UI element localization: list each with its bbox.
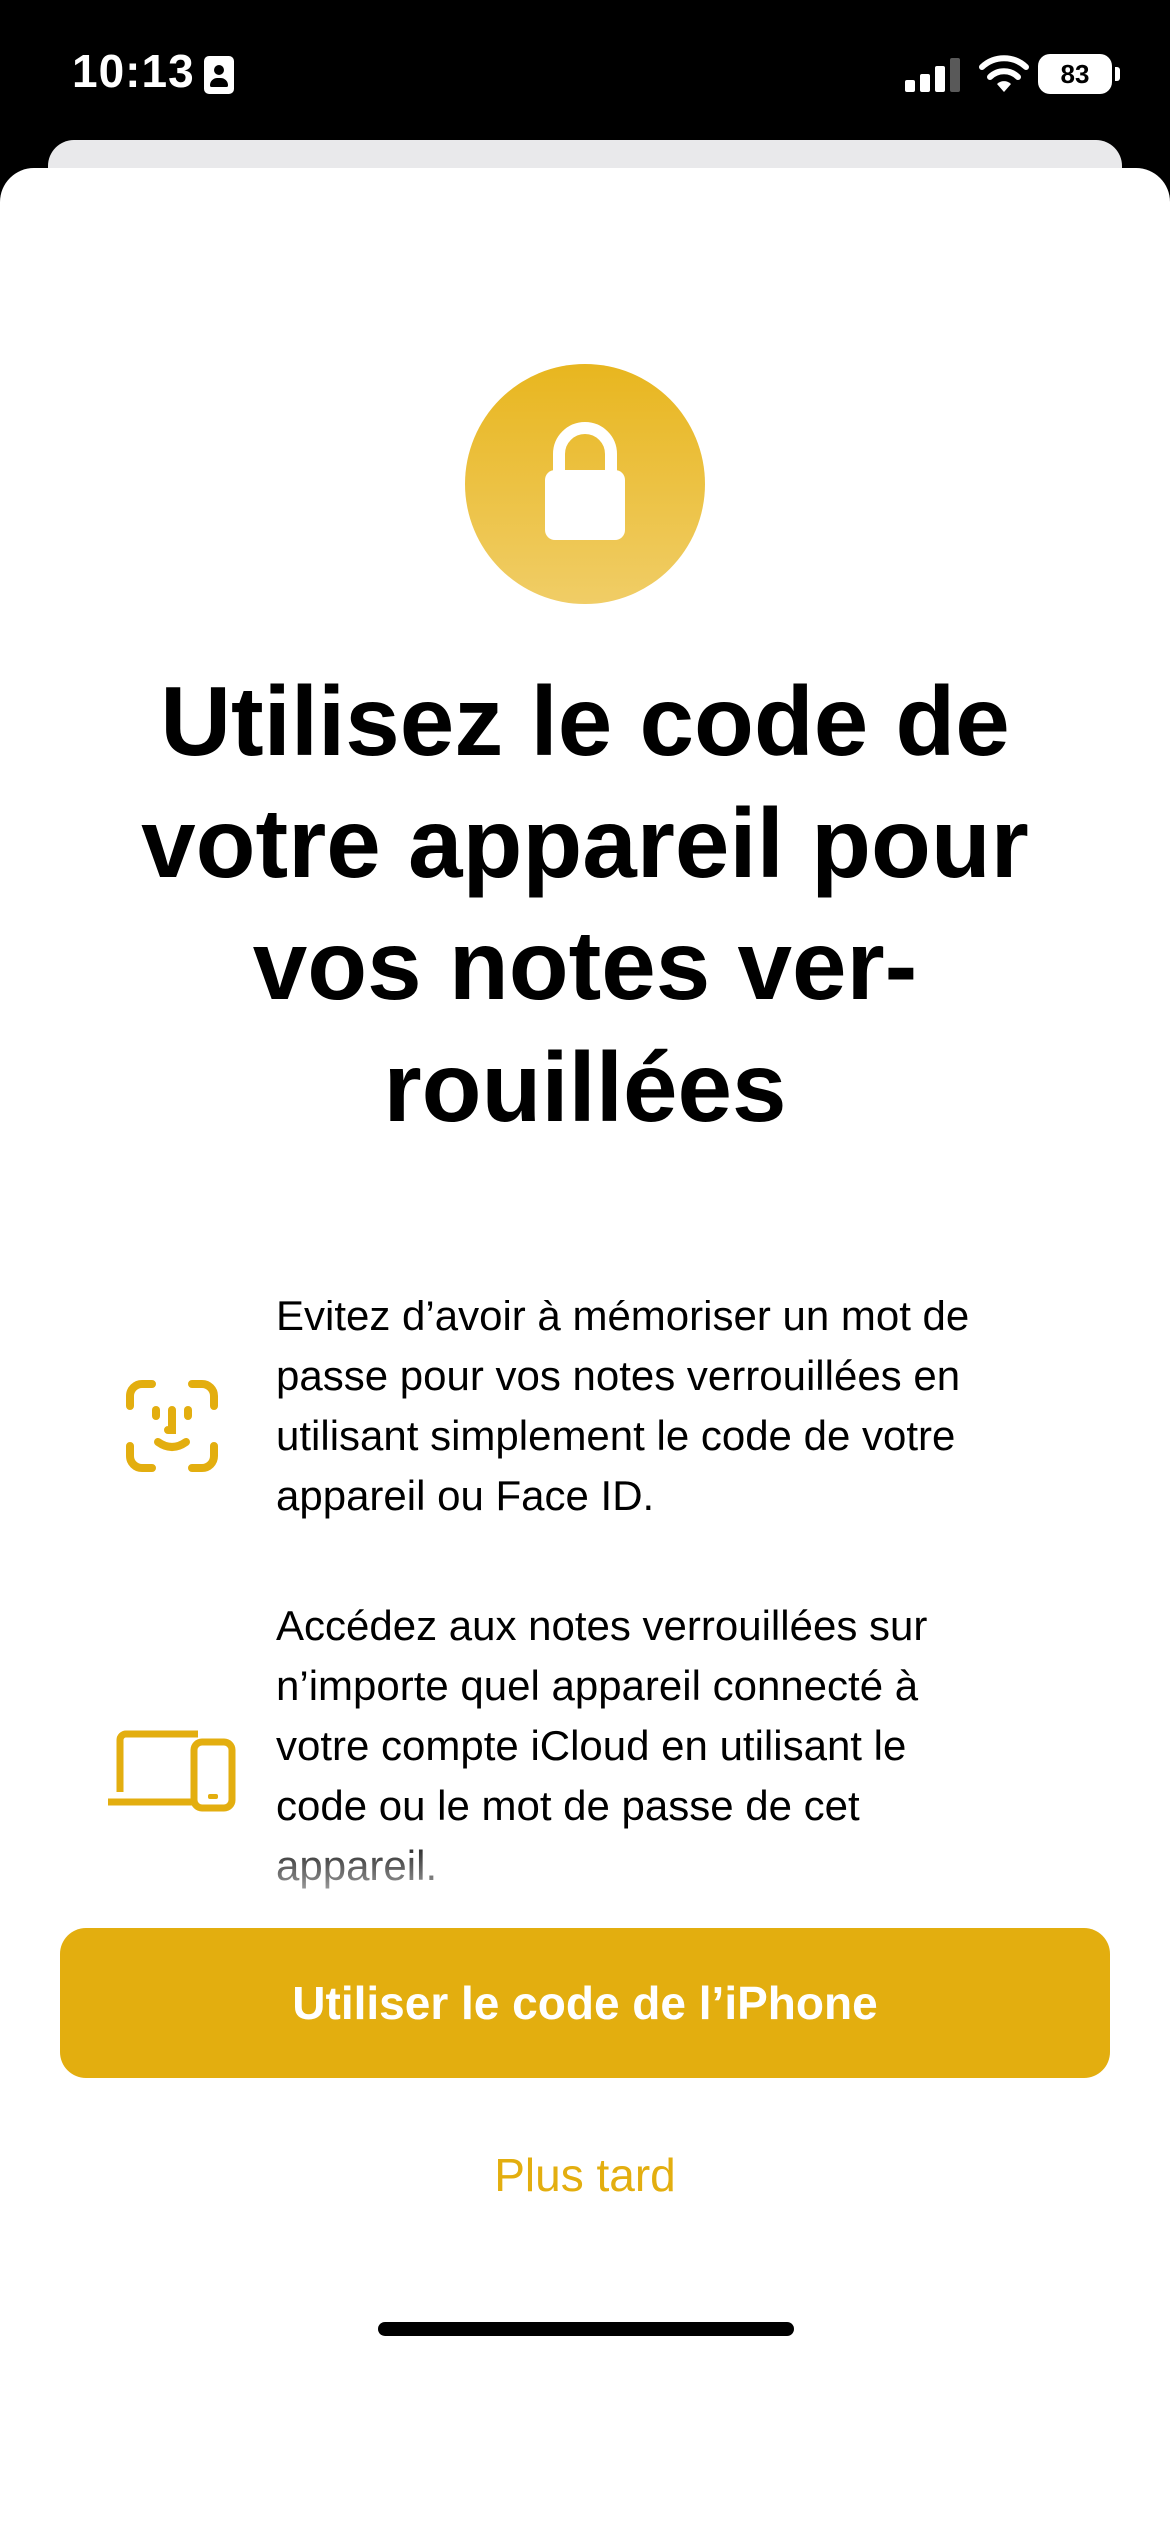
laptop-and-phone-icon: [108, 1730, 236, 1812]
wifi-icon: [979, 55, 1029, 92]
feature-description: Évitez d’avoir à mémoriser un mot de pas…: [276, 1300, 970, 1519]
home-indicator[interactable]: [378, 2322, 794, 2336]
later-button[interactable]: Plus tard: [385, 2130, 785, 2220]
feature-item: Évitez d’avoir à mémoriser un mot de pas…: [0, 1300, 1170, 1570]
contact-card-icon: [204, 56, 234, 94]
status-bar: 10:13 83: [0, 0, 1170, 150]
lock-icon: [545, 422, 625, 540]
lock-badge: [465, 364, 705, 604]
status-time: 10:13: [72, 45, 195, 97]
battery-icon: 83: [1038, 54, 1120, 94]
face-id-icon: [126, 1380, 218, 1472]
use-iphone-passcode-button[interactable]: Utiliser le code de l’iPhone: [60, 1928, 1110, 2078]
page-title: Utilisez le code de votre appareil pour …: [141, 666, 1029, 1142]
cellular-signal-icon: [905, 56, 961, 92]
